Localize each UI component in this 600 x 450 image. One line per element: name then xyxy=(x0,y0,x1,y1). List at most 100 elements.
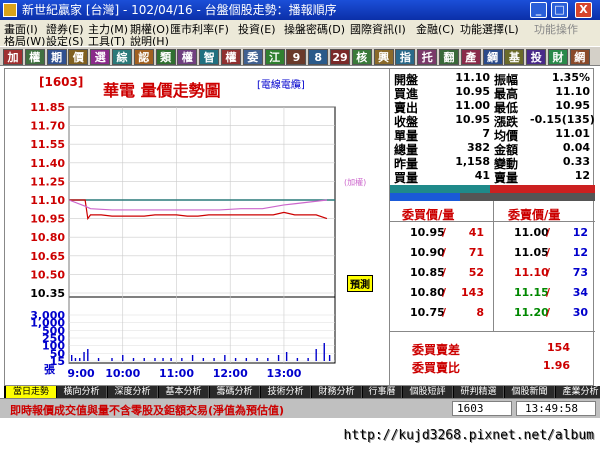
main-panel: [1603] 華電 量價走勢圖 [電線電纜] 11.85 11.70 11.55 11… xyxy=(4,68,595,386)
menu-item-invest[interactable]: 投資(E) xyxy=(238,21,276,37)
code-field[interactable]: 1603 xyxy=(452,401,512,416)
bid-ask-bar xyxy=(390,185,595,201)
ask-price[interactable]: 11.05 xyxy=(514,246,549,259)
toolbar-button-4[interactable]: 價 xyxy=(68,49,89,65)
toolbar-button-15[interactable]: 8 xyxy=(308,49,329,65)
menu-item-function-op[interactable]: 功能操作 xyxy=(534,21,578,37)
ask-volume: 73 xyxy=(572,266,588,279)
price-tick-label: 11.40 xyxy=(30,157,65,170)
volume-unit-label: 張 xyxy=(44,363,56,376)
toolbar-button-2[interactable]: 權 xyxy=(24,49,45,65)
menu-item-intl-info[interactable]: 國際資訊(I) xyxy=(350,21,406,37)
app-icon xyxy=(3,3,17,17)
toolbar-button-5[interactable]: 選 xyxy=(90,49,111,65)
toolbar-button-6[interactable]: 綜 xyxy=(112,49,132,65)
orderbook-footer-divider xyxy=(390,331,595,332)
ask-price[interactable]: 11.15 xyxy=(514,286,549,299)
tab-4[interactable]: 基本分析 xyxy=(159,386,209,398)
quote-value-left: 11.00 xyxy=(455,99,490,112)
forecast-badge[interactable]: 預測 xyxy=(347,275,373,292)
tab-5[interactable]: 籌碼分析 xyxy=(210,386,260,398)
quote-label-right: 賣量 xyxy=(494,171,519,185)
quote-value-right: 11.10 xyxy=(555,85,590,98)
tab-7[interactable]: 財務分析 xyxy=(312,386,362,398)
tab-6[interactable]: 技術分析 xyxy=(261,386,311,398)
tab-1[interactable]: 當日走勢 xyxy=(6,386,56,398)
menu-item-function-select[interactable]: 功能選擇(L) xyxy=(460,21,519,37)
quote-value-right: 11.01 xyxy=(555,127,590,140)
toolbar-button-21[interactable]: 翻 xyxy=(439,49,459,65)
price-tick-label: 10.50 xyxy=(30,268,65,281)
maximize-button[interactable]: □ xyxy=(551,2,568,18)
toolbar-button-16[interactable]: 29 xyxy=(330,49,350,65)
bid-volume: 8 xyxy=(476,306,484,319)
close-button[interactable]: X xyxy=(575,2,592,18)
toolbar-button-3[interactable]: 期 xyxy=(46,49,67,65)
quote-value-left: 10.95 xyxy=(455,85,490,98)
toolbar-button-7[interactable]: 認 xyxy=(133,49,154,65)
tab-10[interactable]: 研判精選 xyxy=(454,386,504,398)
toolbar-button-19[interactable]: 指 xyxy=(395,49,416,65)
bid-price[interactable]: 10.75 xyxy=(410,306,445,319)
tab-8[interactable]: 行事曆 xyxy=(363,386,402,398)
quote-value-right: -0.15(135) xyxy=(530,113,595,126)
quote-value-left: 1,158 xyxy=(455,155,490,168)
watermark-url: http://kujd3268.pixnet.net/album xyxy=(343,428,594,443)
watermark-area: http://kujd3268.pixnet.net/album xyxy=(0,418,600,450)
quote-value-left: 382 xyxy=(467,141,490,154)
toolbar-button-23[interactable]: 綱 xyxy=(482,49,503,65)
price-tick-label: 11.85 xyxy=(30,101,65,114)
menu-item-trade-code[interactable]: 操盤密碼(D) xyxy=(284,21,345,37)
quote-value-right: 10.95 xyxy=(555,99,590,112)
quote-value-left: 11.10 xyxy=(455,71,490,84)
bid-volume: 52 xyxy=(468,266,484,279)
toolbar-button-9[interactable]: 權 xyxy=(177,49,198,65)
toolbar-button-17[interactable]: 核 xyxy=(351,49,372,65)
ask-price[interactable]: 11.00 xyxy=(514,226,549,239)
time-tick-label: 12:00 xyxy=(213,367,248,380)
toolbar-button-18[interactable]: 興 xyxy=(373,49,394,65)
toolbar-button-25[interactable]: 投 xyxy=(526,49,547,65)
menu-item-finance[interactable]: 金融(C) xyxy=(416,21,454,37)
time-tick-label: 11:00 xyxy=(159,367,194,380)
price-tick-label: 11.10 xyxy=(30,194,65,207)
bid-price[interactable]: 10.90 xyxy=(410,246,445,259)
ask-separator: / xyxy=(546,266,551,279)
toolbar-button-22[interactable]: 產 xyxy=(460,49,481,65)
ask-price[interactable]: 11.20 xyxy=(514,306,549,319)
tab-2[interactable]: 橫向分析 xyxy=(57,386,107,398)
app-window: 新世紀贏家 [台灣] - 102/04/16 - 台盤個股走勢：播報順序 _ □… xyxy=(0,0,600,450)
bid-price[interactable]: 10.80 xyxy=(410,286,445,299)
bid-price[interactable]: 10.85 xyxy=(410,266,445,279)
tab-12[interactable]: 產業分析 xyxy=(556,386,600,398)
diff-label: 委買賣差 xyxy=(412,343,461,357)
bid-volume: 143 xyxy=(461,286,484,299)
toolbar-button-1[interactable]: 加 xyxy=(3,49,23,65)
quote-value-right: 0.04 xyxy=(562,141,590,154)
toolbar-button-11[interactable]: 權 xyxy=(221,49,241,65)
tab-11[interactable]: 個股新聞 xyxy=(505,386,555,398)
tab-9[interactable]: 個股短評 xyxy=(403,386,453,398)
minimize-button[interactable]: _ xyxy=(530,2,547,18)
quote-value-right: 12 xyxy=(574,169,590,182)
toolbar-button-24[interactable]: 基 xyxy=(504,49,525,65)
toolbar-button-20[interactable]: 托 xyxy=(417,49,438,65)
ratio-label: 委買賣比 xyxy=(412,361,461,375)
bid-price[interactable]: 10.95 xyxy=(410,226,445,239)
clock-field: 13:49:58 xyxy=(516,401,596,416)
toolbar-button-27[interactable]: 網 xyxy=(569,49,590,65)
tab-3[interactable]: 深度分析 xyxy=(108,386,158,398)
toolbar-button-26[interactable]: 財 xyxy=(548,49,568,65)
diff-value: 154 xyxy=(547,341,570,354)
toolbar-button-10[interactable]: 智 xyxy=(199,49,220,65)
toolbar-button-14[interactable]: 9 xyxy=(286,49,307,65)
quote-panel: 開盤 11.10 振幅 1.35% 買進 10.95 最高 11.10 賣出 11.00 最低 10.… xyxy=(389,69,595,385)
menu-item-forex[interactable]: 匯市利率(F) xyxy=(170,21,229,37)
quote-label-left: 買量 xyxy=(394,171,419,185)
status-message: 即時報價成交值與量不含零股及鉅額交易(淨值為預估值) xyxy=(10,404,285,417)
toolbar-button-8[interactable]: 類 xyxy=(155,49,176,65)
time-tick-label: 13:00 xyxy=(266,367,301,380)
toolbar-button-13[interactable]: 江 xyxy=(264,49,285,65)
ask-price[interactable]: 11.10 xyxy=(514,266,549,279)
toolbar-button-12[interactable]: 委 xyxy=(242,49,263,65)
